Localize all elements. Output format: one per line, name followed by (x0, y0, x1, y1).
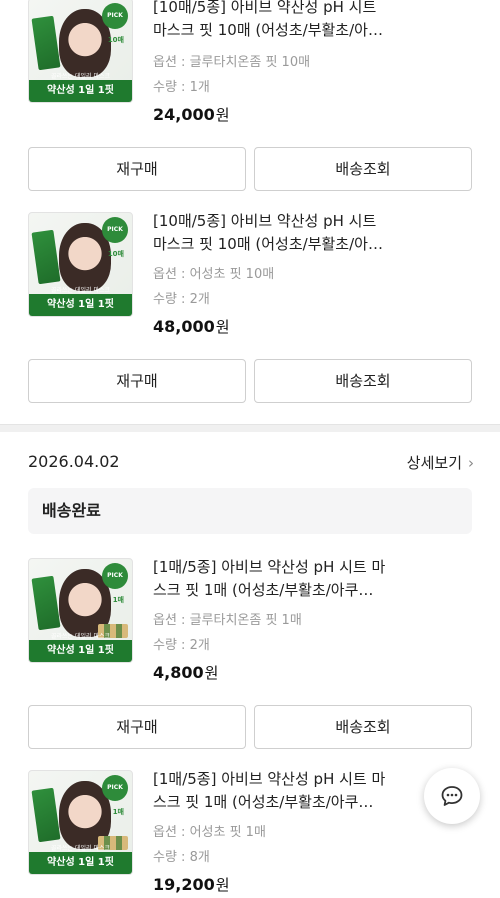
chat-bubble-icon (441, 786, 463, 806)
banner-subtitle: 골라쓰는 데일리 마스크 (50, 73, 110, 80)
reorder-button[interactable]: 재구매 (28, 147, 246, 191)
chat-button[interactable] (424, 768, 480, 824)
product-quantity: 수량 : 2개 (153, 638, 210, 653)
banner-subtitle: 골라쓰는 데일리 마스크 (50, 845, 110, 852)
product-thumbnail[interactable]: PICK 10매 골라쓰는 데일리 마스크 약산성 1일 1핏 (28, 0, 133, 103)
product-price: 19,200원 (153, 875, 230, 894)
product-title[interactable]: [10매/5종] 아비브 약산성 pH 시트 마스크 핏 10매 (어성초/부활… (153, 210, 443, 256)
order-date: 2026.04.02 (28, 452, 120, 471)
order-detail-label: 상세보기 (406, 454, 462, 472)
banner-title: 약산성 1일 1핏 (29, 294, 132, 316)
banner-title: 약산성 1일 1핏 (29, 640, 132, 662)
count-label: 1매 (112, 808, 124, 816)
product-quantity: 수량 : 2개 (153, 292, 210, 307)
reorder-button[interactable]: 재구매 (28, 359, 246, 403)
track-delivery-button[interactable]: 배송조회 (254, 359, 472, 403)
product-option: 옵션 : 글루타치온좀 핏 10매 (153, 55, 311, 70)
pick-badge: PICK (102, 563, 128, 589)
chevron-right-icon: › (468, 454, 474, 472)
banner-title: 약산성 1일 1핏 (29, 852, 132, 874)
section-divider (0, 424, 500, 432)
product-option: 옵션 : 어성초 핏 10매 (153, 267, 275, 282)
reorder-button[interactable]: 재구매 (28, 705, 246, 749)
product-option: 옵션 : 글루타치온좀 핏 1매 (153, 613, 302, 628)
product-price: 24,000원 (153, 105, 230, 124)
banner-subtitle: 골라쓰는 데일리 마스크 (50, 633, 110, 640)
count-label: 10매 (107, 36, 124, 44)
mask-pack-image (31, 575, 61, 631)
product-price: 4,800원 (153, 663, 219, 682)
product-thumbnail[interactable]: PICK 1매 골라쓰는 데일리 마스크 약산성 1일 1핏 (28, 770, 133, 875)
mask-pack-image (31, 15, 61, 71)
product-quantity: 수량 : 1개 (153, 80, 210, 95)
pick-badge: PICK (102, 217, 128, 243)
product-title[interactable]: [1매/5종] 아비브 약산성 pH 시트 마 스크 핏 1매 (어성초/부활초… (153, 768, 443, 814)
pick-badge: PICK (102, 775, 128, 801)
count-label: 1매 (112, 596, 124, 604)
product-title[interactable]: [10매/5종] 아비브 약산성 pH 시트 마스크 핏 10매 (어성초/부활… (153, 0, 443, 42)
product-price: 48,000원 (153, 317, 230, 336)
product-thumbnail[interactable]: PICK 1매 골라쓰는 데일리 마스크 약산성 1일 1핏 (28, 558, 133, 663)
pick-badge: PICK (102, 3, 128, 29)
count-label: 10매 (107, 250, 124, 258)
track-delivery-button[interactable]: 배송조회 (254, 147, 472, 191)
product-option: 옵션 : 어성초 핏 1매 (153, 825, 266, 840)
product-title[interactable]: [1매/5종] 아비브 약산성 pH 시트 마 스크 핏 1매 (어성초/부활초… (153, 556, 443, 602)
track-delivery-button[interactable]: 배송조회 (254, 705, 472, 749)
product-thumbnail[interactable]: PICK 10매 골라쓰는 데일리 마스크 약산성 1일 1핏 (28, 212, 133, 317)
mask-pack-image (31, 229, 61, 285)
product-quantity: 수량 : 8개 (153, 850, 210, 865)
banner-title: 약산성 1일 1핏 (29, 80, 132, 102)
banner-subtitle: 골라쓰는 데일리 마스크 (50, 287, 110, 294)
mask-pack-image (31, 787, 61, 843)
delivery-status-badge: 배송완료 (28, 488, 472, 534)
order-detail-link[interactable]: 상세보기 › (407, 452, 474, 473)
